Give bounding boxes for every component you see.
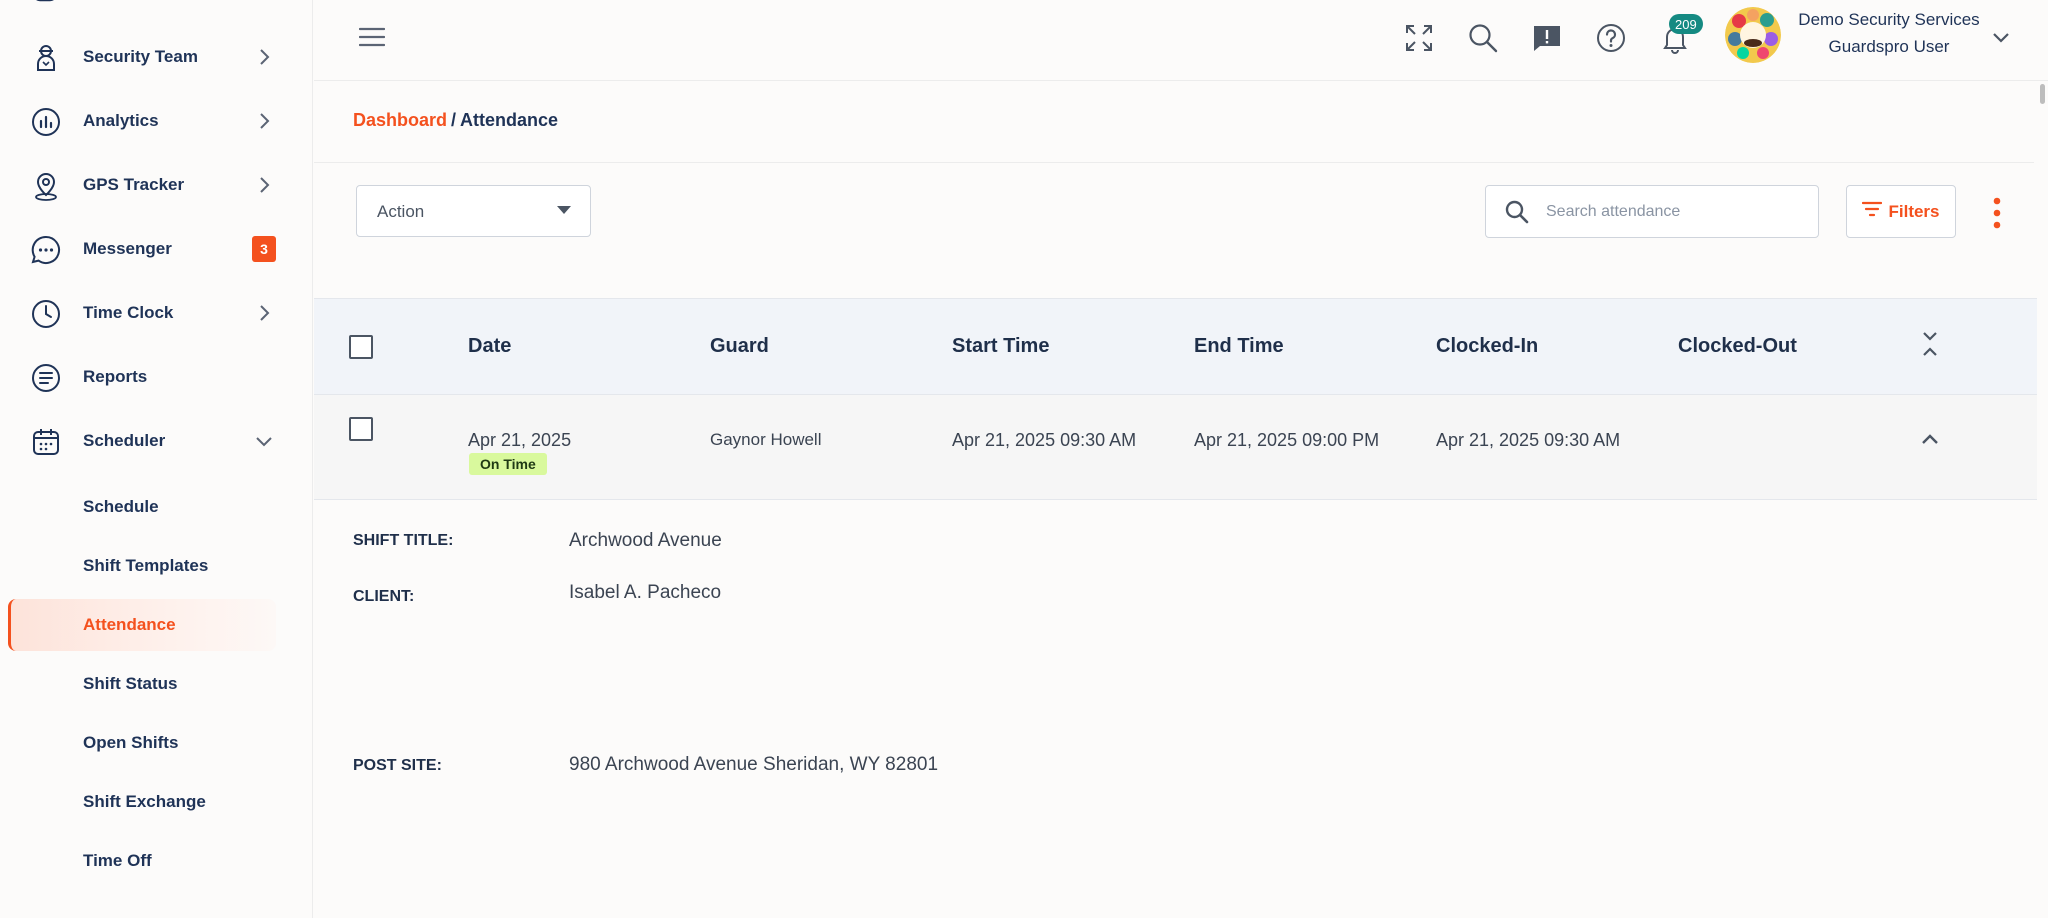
- chevron-right-icon: [254, 175, 274, 195]
- sidebar-item-label: Reports: [83, 367, 148, 386]
- search-attendance-box: [1485, 185, 1819, 238]
- search-icon[interactable]: [1467, 22, 1499, 54]
- sidebar-item-messenger[interactable]: Messenger 3: [0, 221, 312, 277]
- status-badge: On Time: [469, 453, 547, 475]
- sidebar-subitem-shift-templates[interactable]: Shift Templates: [8, 540, 276, 592]
- post-site-label: POST SITE:: [353, 757, 442, 774]
- post-site-value: 980 Archwood Avenue Sheridan, WY 82801: [569, 754, 939, 775]
- analytics-icon: [30, 106, 62, 138]
- guard-icon: [30, 42, 62, 74]
- chat-bubble-icon: [30, 234, 62, 266]
- more-options-icon[interactable]: [1986, 196, 2008, 230]
- chevron-down-icon[interactable]: [1990, 26, 2012, 48]
- select-all-checkbox[interactable]: [349, 335, 373, 359]
- sidebar-subitem-label: Time Off: [83, 851, 152, 870]
- sidebar-subitem-time-off[interactable]: Time Off: [8, 835, 276, 887]
- collapse-all-icon[interactable]: [1918, 329, 1942, 359]
- sidebar-subitem-label: Attendance: [83, 615, 176, 634]
- sidebar-subitem-open-shifts[interactable]: Open Shifts: [8, 717, 276, 769]
- sidebar-subitem-schedule[interactable]: Schedule: [8, 481, 276, 533]
- sidebar-item-gps-tracker[interactable]: GPS Tracker: [0, 157, 312, 213]
- filter-icon: [1862, 201, 1883, 222]
- column-header-guard[interactable]: Guard: [710, 335, 769, 358]
- sidebar-subitem-shift-status[interactable]: Shift Status: [8, 658, 276, 710]
- sidebar-subitem-label: Open Shifts: [83, 733, 179, 752]
- search-icon: [1504, 199, 1530, 225]
- table-row[interactable]: Apr 21, 2025 On Time Gaynor Howell Apr 2…: [314, 394, 2037, 500]
- table-header: Date Guard Start Time End Time Clocked-I…: [314, 298, 2037, 394]
- row-checkbox[interactable]: [349, 417, 373, 441]
- sidebar-item-reports[interactable]: Reports: [0, 349, 312, 405]
- breadcrumb: Dashboard / Attendance: [353, 110, 558, 131]
- sidebar-item-label: Scheduler: [83, 431, 166, 450]
- column-header-clocked-in[interactable]: Clocked-In: [1436, 335, 1538, 358]
- cell-start-time: Apr 21, 2025 09:30 AM: [952, 430, 1137, 450]
- partial-chevron-icon: [257, 0, 273, 6]
- search-input[interactable]: [1546, 198, 1806, 226]
- calendar-icon: [30, 426, 62, 458]
- page-scrollbar[interactable]: [2037, 81, 2048, 918]
- sidebar-item-security-team[interactable]: Security Team: [0, 29, 312, 85]
- avatar[interactable]: [1725, 7, 1781, 63]
- sidebar-item-label: Time Clock: [83, 303, 174, 322]
- sidebar-subitem-label: Schedule: [83, 497, 159, 516]
- help-icon[interactable]: [1595, 22, 1627, 54]
- fullscreen-icon[interactable]: [1403, 22, 1435, 54]
- cell-end-time: Apr 21, 2025 09:00 PM: [1194, 430, 1380, 450]
- header-divider: [314, 162, 2034, 163]
- breadcrumb-current: Attendance: [460, 110, 559, 130]
- user-role: Guardspro User: [1828, 37, 1950, 56]
- user-company-name: Demo Security Services: [1798, 10, 1980, 29]
- filters-button[interactable]: Filters: [1846, 185, 1956, 238]
- sidebar-item-analytics[interactable]: Analytics: [0, 93, 312, 149]
- sidebar-item-label: GPS Tracker: [83, 175, 185, 194]
- column-header-end-time[interactable]: End Time: [1194, 335, 1284, 358]
- messenger-unread-badge: 3: [252, 236, 276, 262]
- sidebar-subitem-shift-exchange[interactable]: Shift Exchange: [8, 776, 276, 828]
- action-dropdown-label: Action: [377, 202, 425, 221]
- column-header-date[interactable]: Date: [468, 335, 511, 358]
- sidebar-item-scheduler[interactable]: Scheduler: [0, 413, 312, 469]
- chevron-right-icon: [254, 47, 274, 67]
- report-icon: [30, 362, 62, 394]
- partial-nav-icon: [30, 0, 62, 6]
- notification-count-badge: 209: [1669, 14, 1703, 34]
- filters-label: Filters: [1888, 201, 1940, 221]
- chevron-up-icon[interactable]: [1918, 427, 1942, 451]
- app-root: Security Team Analytics GPS Tracker Mess…: [0, 0, 2048, 918]
- shift-title-value: Archwood Avenue: [569, 530, 722, 551]
- feedback-icon[interactable]: [1531, 22, 1563, 54]
- chevron-down-icon: [254, 431, 274, 451]
- sidebar-subitem-label: Shift Exchange: [83, 792, 206, 811]
- top-header: 209 Demo Security Services Guardspro Use…: [314, 0, 2048, 81]
- column-header-clocked-out[interactable]: Clocked-Out: [1678, 335, 1797, 358]
- sidebar-item-label: Messenger: [83, 239, 172, 258]
- sidebar-item-time-clock[interactable]: Time Clock: [0, 285, 312, 341]
- map-pin-icon: [30, 170, 62, 202]
- client-label: CLIENT:: [353, 588, 415, 605]
- shift-title-label: SHIFT TITLE:: [353, 532, 454, 549]
- chevron-right-icon: [254, 111, 274, 131]
- cell-guard: Gaynor Howell: [710, 430, 822, 449]
- action-dropdown[interactable]: Action: [356, 185, 591, 237]
- sidebar-item-label: Security Team: [83, 47, 198, 66]
- sidebar-subitem-label: Shift Templates: [83, 556, 209, 575]
- cell-clocked-in: Apr 21, 2025 09:30 AM: [1436, 430, 1621, 450]
- hamburger-menu-icon[interactable]: [358, 26, 386, 48]
- caret-down-icon: [557, 206, 571, 214]
- clock-icon: [30, 298, 62, 330]
- cell-date: Apr 21, 2025: [468, 430, 572, 450]
- breadcrumb-dashboard-link[interactable]: Dashboard: [353, 110, 447, 130]
- sidebar-item-label: Analytics: [83, 111, 159, 130]
- sidebar-subitem-label: Shift Status: [83, 674, 178, 693]
- chevron-right-icon: [254, 303, 274, 323]
- column-header-start-time[interactable]: Start Time: [952, 335, 1049, 358]
- sidebar-subitem-attendance[interactable]: Attendance: [8, 599, 276, 651]
- client-value: Isabel A. Pacheco: [569, 582, 722, 603]
- scrollbar-thumb[interactable]: [2040, 84, 2045, 104]
- breadcrumb-separator: /: [451, 110, 457, 130]
- sidebar: Security Team Analytics GPS Tracker Mess…: [0, 0, 313, 918]
